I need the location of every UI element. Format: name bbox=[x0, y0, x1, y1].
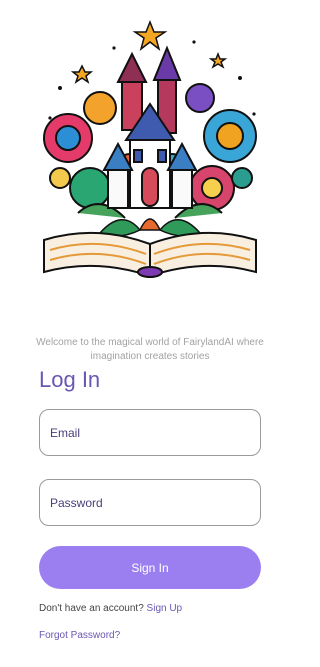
email-field[interactable] bbox=[40, 410, 260, 455]
forgot-password-link[interactable]: Forgot Password? bbox=[39, 629, 120, 643]
page-title: Log In bbox=[39, 367, 101, 392]
sign-up-link[interactable]: Sign Up bbox=[147, 603, 183, 614]
email-field-container bbox=[39, 409, 261, 456]
hero-illustration bbox=[30, 18, 270, 283]
castle-book-illustration bbox=[43, 19, 257, 278]
welcome-tagline: Welcome to the magical world of Fairylan… bbox=[36, 337, 264, 362]
no-account-text: Don't have an account? bbox=[39, 603, 147, 614]
sign-in-button[interactable]: Sign In bbox=[39, 546, 261, 589]
password-field[interactable] bbox=[40, 480, 260, 525]
signup-prompt: Don't have an account? Sign Up bbox=[39, 602, 182, 616]
login-screen: Welcome to the magical world of Fairylan… bbox=[0, 0, 300, 667]
password-field-container bbox=[39, 479, 261, 526]
